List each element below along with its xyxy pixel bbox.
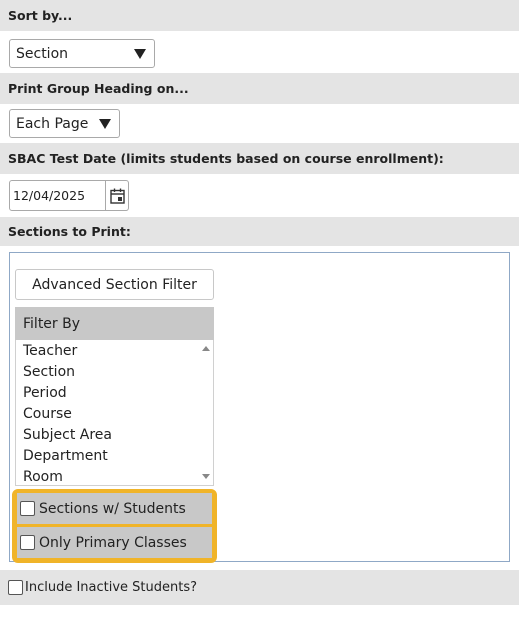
filter-by-listbox[interactable]: Teacher Section Period Course Subject Ar… [15,340,214,486]
sections-panel: Advanced Section Filter Filter By Teache… [9,252,510,563]
filter-option-period[interactable]: Period [16,383,213,404]
filter-option-course[interactable]: Course [16,404,213,425]
test-date-field [9,180,129,211]
calendar-button[interactable] [106,181,128,210]
include-inactive-checkbox[interactable] [8,580,23,595]
sections-with-students-label: Sections w/ Students [39,500,186,517]
filter-option-room[interactable]: Room [16,467,213,485]
filter-by-header: Filter By [15,307,214,340]
sort-by-select[interactable]: Section [9,39,155,68]
sections-with-students-option[interactable]: Sections w/ Students [17,493,212,524]
sort-by-heading: Sort by... [0,0,519,31]
highlighted-checkbox-group: Sections w/ Students Only Primary Classe… [12,489,217,563]
filter-option-teacher[interactable]: Teacher [16,341,213,362]
include-inactive-label: Include Inactive Students? [25,580,198,595]
advanced-section-filter-button[interactable]: Advanced Section Filter [15,269,214,300]
group-heading-select[interactable]: Each Page [9,109,120,138]
sections-with-students-checkbox[interactable] [20,501,35,516]
only-primary-classes-checkbox[interactable] [20,535,35,550]
sort-by-selected: Section [16,45,69,62]
include-inactive-option[interactable]: Include Inactive Students? [0,570,519,605]
only-primary-classes-option[interactable]: Only Primary Classes [17,527,212,558]
calendar-icon [109,188,125,204]
chevron-down-icon [99,118,111,129]
scroll-down-icon[interactable] [202,474,210,479]
chevron-down-icon [134,48,146,59]
only-primary-classes-label: Only Primary Classes [39,534,187,551]
sections-heading: Sections to Print: [0,217,519,246]
group-heading-heading: Print Group Heading on... [0,73,519,104]
test-date-heading: SBAC Test Date (limits students based on… [0,143,519,174]
scroll-up-icon[interactable] [202,346,210,351]
filter-option-subject-area[interactable]: Subject Area [16,425,213,446]
group-heading-selected: Each Page [16,115,89,132]
filter-option-section[interactable]: Section [16,362,213,383]
test-date-input[interactable] [10,181,106,210]
filter-option-department[interactable]: Department [16,446,213,467]
